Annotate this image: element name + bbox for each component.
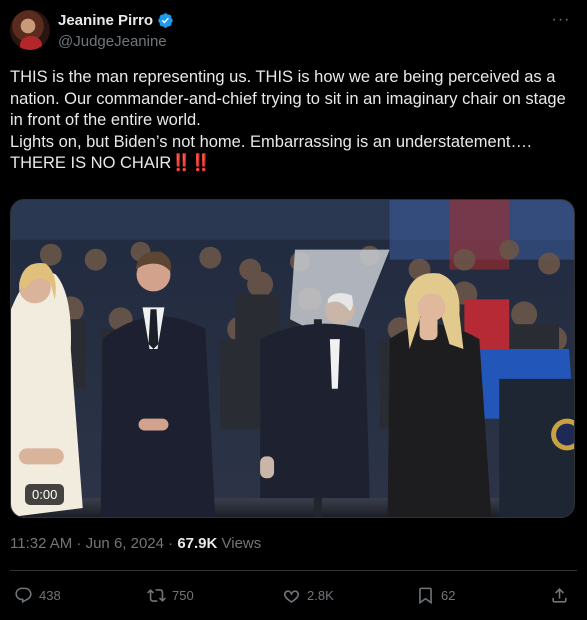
tweet-body-text: THIS is the man representing us. THIS is…	[10, 68, 566, 172]
reply-button[interactable]: 438	[14, 581, 61, 609]
bookmark-icon	[419, 587, 432, 604]
repost-button[interactable]: 750	[147, 581, 194, 609]
heart-icon	[283, 589, 300, 603]
reply-count: 438	[39, 587, 61, 603]
share-button[interactable]	[550, 581, 569, 609]
timestamp[interactable]: 11:32 AM · Jun 6, 2024 ·	[10, 535, 177, 552]
share-icon	[552, 587, 567, 603]
reply-icon	[15, 587, 32, 603]
repost-count: 750	[172, 587, 194, 603]
bookmark-count: 62	[441, 587, 456, 603]
author-display-name[interactable]: Jeanine Pirro	[58, 12, 153, 29]
author-handle[interactable]: @JudgeJeanine	[58, 33, 174, 50]
video-time-badge: 0:00	[25, 484, 65, 505]
repost-icon	[147, 588, 166, 602]
tweet-meta: 11:32 AM · Jun 6, 2024 · 67.9K Views	[10, 535, 261, 552]
more-options-icon[interactable]: ···	[551, 12, 571, 34]
author-name-block: Jeanine Pirro @JudgeJeanine	[58, 12, 174, 50]
views-label: Views	[217, 535, 262, 552]
divider	[10, 570, 577, 571]
tweet-text: THIS is the man representing us. THIS is…	[10, 67, 580, 175]
tweet-header: Jeanine Pirro @JudgeJeanine ···	[10, 10, 577, 54]
author-display-name-row[interactable]: Jeanine Pirro	[58, 12, 174, 29]
like-count: 2.8K	[307, 587, 334, 603]
verified-badge-icon	[158, 13, 173, 28]
like-button[interactable]: 2.8K	[282, 581, 334, 609]
views-count: 67.9K	[177, 535, 218, 552]
double-exclamation-emoji: ‼️‼️	[171, 154, 211, 172]
author-avatar[interactable]	[10, 10, 50, 50]
video-frame-image	[11, 200, 574, 517]
bookmark-button[interactable]: 62	[416, 581, 455, 609]
action-bar: 438 750 2.8K 62	[10, 581, 577, 609]
video-player[interactable]: 0:00	[10, 199, 575, 518]
